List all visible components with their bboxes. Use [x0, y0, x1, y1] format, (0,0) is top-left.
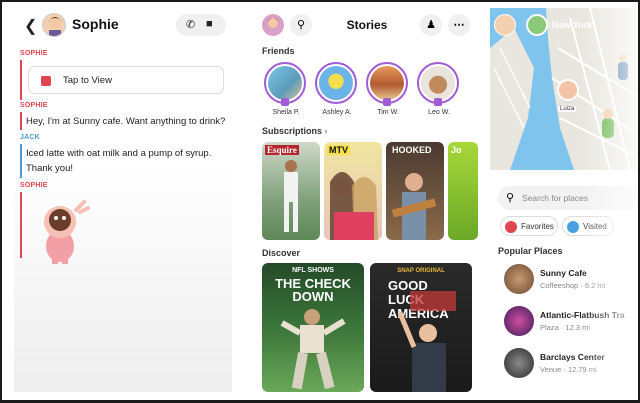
place-thumbnail [504, 264, 534, 294]
place-name: Atlantic-Flatbush Tra [540, 310, 625, 320]
app-frame: ❮ Sophie ✆ ■ SOPHIE Tap to View SOPHIE H… [0, 0, 640, 403]
message-bar [20, 60, 22, 100]
page-title: Stories [346, 18, 388, 32]
place-name: Sunny Cafe [540, 268, 587, 278]
message-text: Hey, I'm at Sunny cafe. Want anything to… [26, 116, 226, 127]
message-bar [20, 192, 22, 258]
discover-card[interactable]: NFL SHOWS THE CHECK DOWN [262, 263, 364, 392]
place-name: Barclays Center [540, 352, 605, 362]
message-text: Iced latte with oat milk and a pump of s… [26, 148, 212, 174]
tap-to-view-snap[interactable]: Tap to View [28, 66, 224, 94]
message-bar [20, 144, 22, 178]
chat-panel: ❮ Sophie ✆ ■ SOPHIE Tap to View SOPHIE H… [14, 8, 232, 392]
city-label: New York [552, 20, 593, 30]
search-icon: ⚲ [506, 192, 515, 204]
subscription-tag: Jo [451, 145, 462, 155]
friend-name: Ashley A. [322, 109, 352, 116]
section-title-label: Subscriptions [262, 126, 323, 136]
discover-card[interactable]: SNAP ORIGINAL GOOD LUCK AMERICA [370, 263, 472, 392]
friend-story[interactable]: Tim W. [366, 62, 410, 116]
message-sender: SOPHIE [20, 182, 48, 189]
section-title-friends: Friends [262, 46, 295, 56]
places-search-input[interactable]: ⚲ Search for places [498, 186, 638, 210]
friend-name: Sheila P. [272, 109, 300, 116]
map-panel: New York Luiza ⚲ Search for places Favor… [490, 8, 638, 392]
place-item[interactable]: Atlantic-Flatbush Tra Plaza · 12.3 mi [498, 306, 638, 340]
avatar[interactable] [42, 13, 66, 37]
more-icon[interactable]: ⋯ [448, 14, 470, 36]
chat-header: ❮ Sophie ✆ ■ [14, 8, 232, 42]
friend-story[interactable]: Sheila P. [264, 62, 308, 116]
message-sender: SOPHIE [20, 102, 48, 109]
map-view[interactable]: New York Luiza [490, 8, 638, 170]
lock-icon [383, 98, 391, 106]
profile-bitmoji-icon[interactable] [526, 14, 548, 36]
subscription-card[interactable]: Jo [448, 142, 478, 240]
check-icon [567, 221, 579, 233]
chevron-left-icon[interactable]: ❮ [24, 16, 37, 36]
place-info: Plaza · 12.3 mi [540, 323, 591, 332]
subscription-card[interactable]: Esquire [262, 142, 320, 240]
subscription-card[interactable]: MTV [324, 142, 382, 240]
friend-name: Tim W. [377, 109, 399, 116]
message-sender: JACK [20, 134, 40, 141]
subscription-card[interactable]: HOOKED [386, 142, 444, 240]
chip-visited[interactable]: Visited [562, 216, 614, 236]
section-title-discover: Discover [262, 248, 301, 258]
chevron-right-icon: › [324, 126, 328, 136]
snap-label: Tap to View [63, 75, 112, 86]
stories-panel: ⚲ Stories ♟ ⋯ Friends Sheila P. Ashley A… [256, 8, 478, 392]
call-controls: ✆ ■ [176, 14, 226, 36]
avatar[interactable] [494, 14, 516, 36]
lock-icon [281, 98, 289, 106]
place-item[interactable]: Barclays Center Venue · 12.79 mi [498, 348, 638, 382]
video-icon[interactable]: ■ [206, 18, 213, 30]
friend-story[interactable]: Leo W. [417, 62, 461, 116]
heart-icon [505, 221, 517, 233]
chip-label: Favorites [521, 222, 554, 231]
add-friend-icon[interactable]: ♟ [420, 14, 442, 36]
search-placeholder: Search for places [522, 193, 589, 203]
map-friend-label: Luiza [558, 106, 577, 112]
place-thumbnail [504, 306, 534, 336]
chat-title: Sophie [72, 16, 119, 32]
bitmoji-sticker[interactable] [34, 198, 90, 264]
section-title-subscriptions[interactable]: Subscriptions › [262, 126, 328, 136]
message-sender: SOPHIE [20, 50, 48, 57]
chip-favorites[interactable]: Favorites [500, 216, 558, 236]
chip-label: Visited [583, 222, 607, 231]
phone-icon[interactable]: ✆ [186, 18, 195, 31]
friend-story[interactable]: Ashley A. [315, 62, 359, 116]
section-title-popular: Popular Places [498, 246, 563, 256]
snap-icon [41, 76, 51, 86]
place-item[interactable]: Sunny Cafe Coffeeshop · 6.2 mi [498, 264, 638, 298]
place-info: Venue · 12.79 mi [540, 365, 597, 374]
lock-icon [434, 98, 442, 106]
message-bar [20, 112, 22, 130]
places-sheet: ⚲ Search for places Favorites Visited Po… [490, 174, 638, 392]
place-thumbnail [504, 348, 534, 378]
friend-name: Leo W. [428, 109, 450, 116]
place-info: Coffeeshop · 6.2 mi [540, 281, 606, 290]
